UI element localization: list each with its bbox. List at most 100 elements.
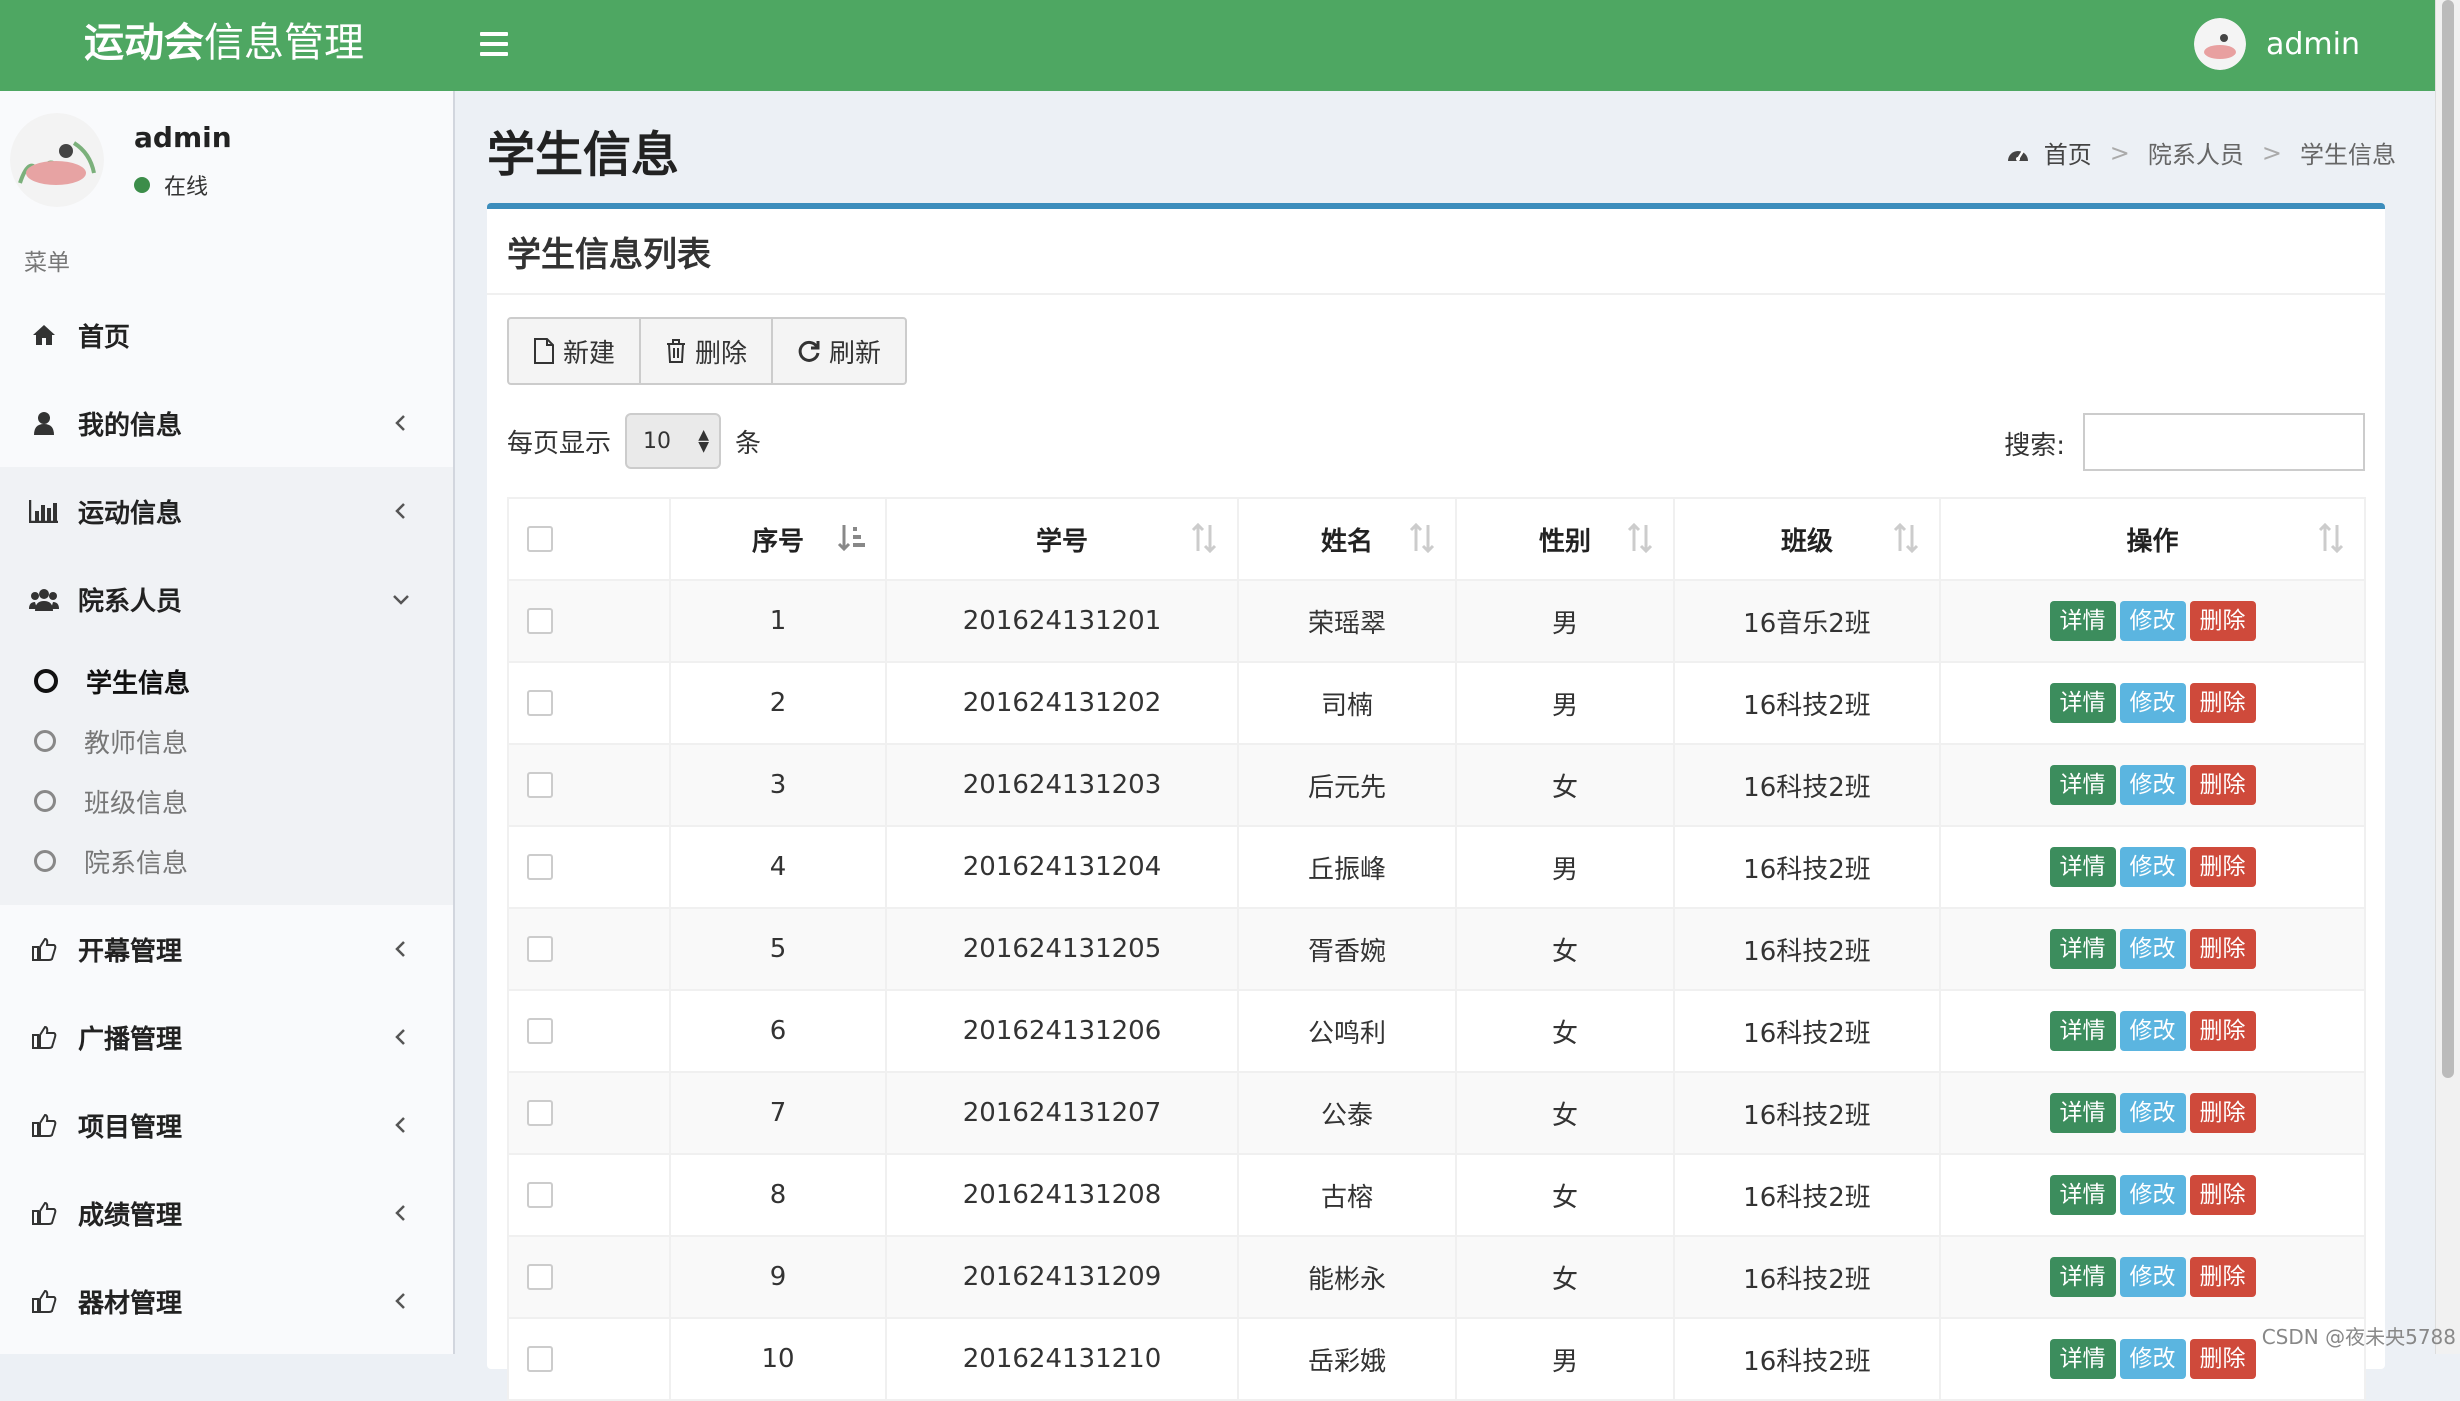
sidebar-subitem-teacher-info[interactable]: 教师信息 [0,711,453,771]
sidebar-item-label: 首页 [78,322,131,353]
view-details-button[interactable]: 详情 [2049,929,2116,969]
sort-icon [1893,523,1919,553]
view-details-button[interactable]: 详情 [2049,1011,2116,1051]
user-menu[interactable]: admin [2194,16,2360,72]
page-length-select[interactable]: 10 ▲ ▼ [625,413,722,469]
cell-name: 丘振峰 [1237,825,1457,909]
row-checkbox[interactable] [527,772,553,798]
users-icon [28,583,60,615]
cell-class: 16科技2班 [1673,907,1941,991]
view-details-button[interactable]: 详情 [2049,1257,2116,1297]
student-table: 序号 学号 姓名 性别 班级 操作 1 201624131201 荣瑶翠男 16音乐2… [507,497,2366,1401]
column-header-class[interactable]: 班级 [1673,497,1941,581]
row-delete-button[interactable]: 删除 [2189,683,2256,723]
view-details-button[interactable]: 详情 [2049,847,2116,887]
row-checkbox[interactable] [527,1346,553,1372]
sidebar-item-department-staff[interactable]: 院系人员 [0,555,453,643]
refresh-button[interactable]: 刷新 [773,319,905,383]
edit-button[interactable]: 修改 [2119,1011,2186,1051]
new-button[interactable]: 新建 [509,319,642,383]
view-details-button[interactable]: 详情 [2049,601,2116,641]
edit-button[interactable]: 修改 [2119,1175,2186,1215]
row-select-cell [507,825,671,909]
select-all-checkbox[interactable] [527,526,553,552]
view-details-button[interactable]: 详情 [2049,1093,2116,1133]
edit-button[interactable]: 修改 [2119,683,2186,723]
sidebar-subitem-department-info[interactable]: 院系信息 [0,831,453,891]
app-logo[interactable]: 运动会信息管理 [0,0,455,91]
edit-button[interactable]: 修改 [2119,765,2186,805]
row-checkbox[interactable] [527,608,553,634]
row-checkbox[interactable] [527,1018,553,1044]
row-checkbox[interactable] [527,690,553,716]
sidebar-item-scores[interactable]: 成绩管理 [0,1169,453,1257]
row-delete-button[interactable]: 删除 [2189,1175,2256,1215]
chevron-left-icon [395,503,405,519]
row-checkbox[interactable] [527,1100,553,1126]
sort-icon [1627,523,1653,553]
row-delete-button[interactable]: 删除 [2189,601,2256,641]
status-text: 在线 [164,175,209,200]
delete-button[interactable]: 删除 [641,319,774,383]
edit-button[interactable]: 修改 [2119,601,2186,641]
sidebar-item-home[interactable]: 首页 [0,291,453,379]
cell-index: 4 [669,825,887,909]
header-label: 序号 [751,526,804,557]
row-checkbox[interactable] [527,936,553,962]
cell-class: 16科技2班 [1673,989,1941,1073]
main-content: 学生信息 首页 > 院系人员 > 学生信息 学生信息列表 新建 删除 刷新 每页… [455,91,2436,1401]
column-header-index[interactable]: 序号 [669,497,887,581]
sidebar-item-projects[interactable]: 项目管理 [0,1081,453,1169]
cell-gender: 女 [1455,1071,1675,1155]
edit-button[interactable]: 修改 [2119,847,2186,887]
sidebar-item-equipment[interactable]: 器材管理 [0,1257,453,1345]
column-header-gender[interactable]: 性别 [1455,497,1675,581]
cell-name: 岳彩娥 [1237,1317,1457,1401]
row-delete-button[interactable]: 删除 [2189,1011,2256,1051]
page-scrollbar[interactable] [2435,0,2460,1354]
scrollbar-thumb[interactable] [2442,0,2454,1078]
row-delete-button[interactable]: 删除 [2189,765,2256,805]
row-checkbox[interactable] [527,854,553,880]
cell-gender: 男 [1455,661,1675,745]
breadcrumb-home[interactable]: 首页 [2006,135,2092,170]
row-delete-button[interactable]: 删除 [2189,1257,2256,1297]
header-label: 学号 [1035,526,1088,557]
table-row: 8 201624131208 古榕女 16科技2班 详情 修改 删除 [507,1153,2366,1237]
view-details-button[interactable]: 详情 [2049,1175,2116,1215]
sidebar-toggle-icon[interactable] [480,26,508,66]
row-checkbox[interactable] [527,1264,553,1290]
table-row: 9 201624131209 能彬永女 16科技2班 详情 修改 删除 [507,1235,2366,1319]
row-delete-button[interactable]: 删除 [2189,847,2256,887]
view-details-button[interactable]: 详情 [2049,765,2116,805]
cell-actions: 详情 修改 删除 [1939,1235,2366,1319]
table-row: 5 201624131205 胥香婉女 16科技2班 详情 修改 删除 [507,907,2366,991]
row-checkbox[interactable] [527,1182,553,1208]
edit-button[interactable]: 修改 [2119,929,2186,969]
row-delete-button[interactable]: 删除 [2189,1339,2256,1379]
cell-name: 公泰 [1237,1071,1457,1155]
view-details-button[interactable]: 详情 [2049,1339,2116,1379]
menu-header: 菜单 [24,250,70,276]
row-delete-button[interactable]: 删除 [2189,929,2256,969]
edit-button[interactable]: 修改 [2119,1339,2186,1379]
cell-name: 荣瑶翠 [1237,579,1457,663]
sidebar-item-sports-info[interactable]: 运动信息 [0,467,453,555]
search-input[interactable] [2083,413,2365,471]
edit-button[interactable]: 修改 [2119,1093,2186,1133]
sidebar-item-my-info[interactable]: 我的信息 [0,379,453,467]
view-details-button[interactable]: 详情 [2049,683,2116,723]
sidebar-subitem-class-info[interactable]: 班级信息 [0,771,453,831]
column-header-actions[interactable]: 操作 [1939,497,2366,581]
edit-button[interactable]: 修改 [2119,1257,2186,1297]
sidebar-item-broadcast[interactable]: 广播管理 [0,993,453,1081]
sidebar-item-opening[interactable]: 开幕管理 [0,905,453,993]
page-title: 学生信息 [487,127,680,183]
cell-student-id: 201624131203 [885,743,1239,827]
cell-actions: 详情 修改 删除 [1939,743,2366,827]
row-delete-button[interactable]: 删除 [2189,1093,2256,1133]
column-header-name[interactable]: 姓名 [1237,497,1457,581]
breadcrumb-item[interactable]: 院系人员 [2148,135,2244,170]
column-header-student-id[interactable]: 学号 [885,497,1239,581]
sidebar-subitem-student-info[interactable]: 学生信息 [0,651,453,711]
